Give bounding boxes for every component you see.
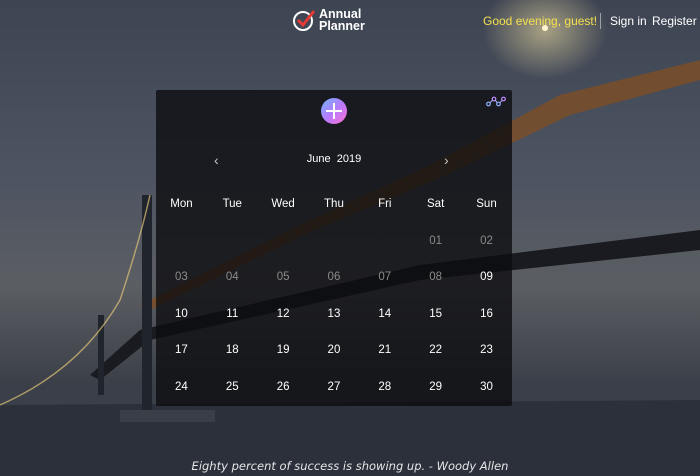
day-cell[interactable]: 02	[461, 235, 512, 247]
day-cell[interactable]: 04	[207, 271, 258, 283]
weekday-label: Wed	[271, 198, 295, 210]
checkmark-logo-icon	[293, 10, 316, 31]
day-cell[interactable]: 23	[461, 344, 512, 356]
day-cell[interactable]: 22	[410, 344, 461, 356]
day-cell[interactable]: 10	[156, 308, 207, 320]
add-event-button[interactable]	[321, 98, 347, 124]
logo-line-2: Planner	[319, 19, 365, 33]
day-cell[interactable]: 13	[309, 308, 360, 320]
calendar-week-row: 17 18 19 20 21 22 23	[156, 344, 512, 381]
month-year-label: June 2019	[156, 153, 512, 165]
header-divider	[600, 13, 601, 29]
day-cell[interactable]: 24	[156, 381, 207, 393]
greeting-text: Good evening, guest!	[483, 14, 598, 28]
weekday-label: Sun	[476, 198, 497, 210]
weekday-label: Fri	[378, 198, 392, 210]
calendar-week-row: 01 02	[156, 235, 512, 272]
register-link[interactable]: Register	[652, 14, 697, 28]
day-cell[interactable]: 19	[258, 344, 309, 356]
year-label: 2019	[336, 153, 362, 165]
chevron-right-icon[interactable]: ›	[444, 152, 449, 168]
day-cell[interactable]: 11	[207, 308, 258, 320]
day-cell[interactable]: 30	[461, 381, 512, 393]
calendar-week-row: 03 04 05 06 07 08 09	[156, 271, 512, 308]
day-cell[interactable]: 05	[258, 271, 309, 283]
logo[interactable]: Annual Planner	[292, 8, 365, 32]
day-cell[interactable]: 26	[258, 381, 309, 393]
weekday-header-row: Mon Tue Wed Thu Fri Sat Sun	[156, 198, 512, 235]
calendar-week-row: 10 11 12 13 14 15 16	[156, 308, 512, 345]
day-cell[interactable]: 20	[309, 344, 360, 356]
calendar-panel: ‹ June 2019 › Mon Tue Wed Thu Fri Sat Su…	[156, 90, 512, 406]
weekday-label: Tue	[222, 198, 242, 210]
day-cell[interactable]: 07	[359, 271, 410, 283]
calendar-grid: Mon Tue Wed Thu Fri Sat Sun 01 02 03 04 …	[156, 198, 512, 417]
day-cell[interactable]: 14	[359, 308, 410, 320]
sign-in-link[interactable]: Sign in	[610, 14, 647, 28]
weekday-label: Mon	[170, 198, 193, 210]
day-cell[interactable]: 08	[410, 271, 461, 283]
day-cell[interactable]: 15	[410, 308, 461, 320]
share-network-icon[interactable]	[486, 96, 506, 108]
day-cell[interactable]: 21	[359, 344, 410, 356]
day-cell[interactable]: 18	[207, 344, 258, 356]
day-cell[interactable]: 29	[410, 381, 461, 393]
day-cell[interactable]: 16	[461, 308, 512, 320]
footer-quote: Eighty percent of success is showing up.…	[191, 459, 509, 473]
day-cell[interactable]: 03	[156, 271, 207, 283]
day-cell[interactable]: 09	[461, 271, 512, 283]
weekday-label: Thu	[324, 198, 344, 210]
logo-text: Annual Planner	[319, 8, 365, 33]
calendar-week-row: 24 25 26 27 28 29 30	[156, 381, 512, 418]
header: Annual Planner Good evening, guest! Sign…	[0, 0, 700, 44]
day-cell[interactable]: 06	[309, 271, 360, 283]
day-cell[interactable]: 25	[207, 381, 258, 393]
day-cell[interactable]: 12	[258, 308, 309, 320]
day-cell[interactable]: 28	[359, 381, 410, 393]
day-cell[interactable]: 27	[309, 381, 360, 393]
day-cell[interactable]: 17	[156, 344, 207, 356]
weekday-label: Sat	[427, 198, 445, 210]
day-cell[interactable]: 01	[410, 235, 461, 247]
month-label: June	[306, 153, 331, 165]
